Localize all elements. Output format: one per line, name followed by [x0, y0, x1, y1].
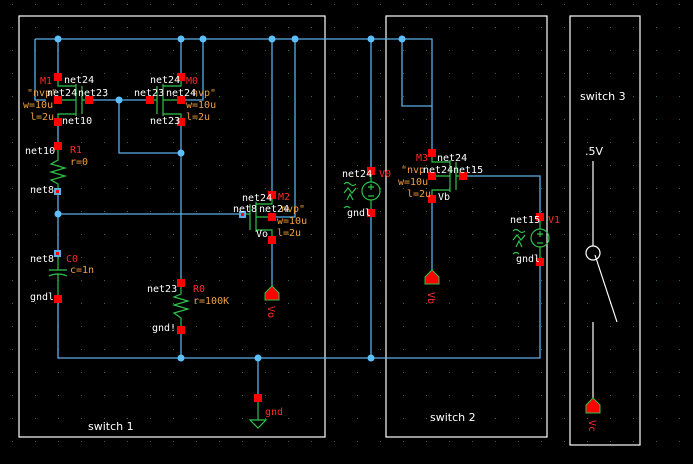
- m1-width: w=10u: [23, 100, 53, 111]
- m0-name: M0: [186, 76, 198, 87]
- m0-source-net: net23: [150, 116, 180, 127]
- v1-minus-net: gndl: [516, 254, 540, 265]
- m3-drain-net: net24: [437, 153, 467, 164]
- grid: [0, 0, 693, 464]
- m2-width: w=10u: [277, 216, 307, 227]
- v1-name: V1: [548, 215, 560, 226]
- m1-gate-net: net23: [78, 88, 108, 99]
- m2-drain-net: net24: [242, 193, 272, 204]
- m1-length: l=2u: [30, 112, 54, 123]
- m3-body-net: net24: [423, 165, 453, 176]
- m0-drain-net: net24: [150, 75, 180, 86]
- m2-gate-net: net8: [233, 204, 257, 215]
- v1-plus-net: net15: [510, 215, 540, 226]
- m1-source-net: net10: [62, 116, 92, 127]
- r1-bottom-net: net8: [30, 185, 54, 196]
- vo-label: Vo: [265, 306, 276, 318]
- m3-source-net: Vb: [438, 192, 450, 203]
- r0-name: R0: [193, 284, 205, 295]
- r0-value: r=100K: [193, 296, 229, 307]
- switch1-label: switch 1: [88, 420, 134, 433]
- schematic-canvas[interactable]: switch 1 switch 2 switch 3 M1 net24 "nvp…: [0, 0, 693, 464]
- gnd-label: gnd: [265, 407, 283, 418]
- switch3-label: switch 3: [580, 90, 626, 103]
- m3-length: l=2u: [407, 189, 431, 200]
- c0-value: c=1n: [70, 265, 94, 276]
- m1-body-net: net24: [47, 88, 77, 99]
- m3-width: w=10u: [398, 177, 428, 188]
- vc-label: Vc: [586, 420, 597, 432]
- v0-minus-net: gndl: [347, 208, 371, 219]
- m3-model: "nvp: [401, 165, 425, 176]
- r1-name: R1: [70, 145, 82, 156]
- m0-length: l=2u: [186, 112, 210, 123]
- m2-model: nvp": [281, 204, 305, 215]
- m3-name: M3: [416, 153, 428, 164]
- m0-model: nvp": [192, 88, 216, 99]
- r0-bottom-net: gnd!: [152, 323, 176, 334]
- c0-name: C0: [66, 254, 78, 265]
- m1-name: M1: [40, 76, 52, 87]
- c0-bottom-net: gndl: [30, 292, 54, 303]
- r0-top-net: net23: [147, 284, 177, 295]
- v0-plus-net: net24: [342, 169, 372, 180]
- m2-name: M2: [278, 192, 290, 203]
- r1-value: r=0: [70, 157, 88, 168]
- m2-source-net: Vo: [256, 229, 268, 240]
- m0-gate-net: net23: [134, 88, 164, 99]
- supply-label: .5V: [585, 145, 603, 158]
- m1-drain-net: net24: [64, 75, 94, 86]
- v0-name: V0: [379, 169, 391, 180]
- m2-length: l=2u: [277, 228, 301, 239]
- vb-label: Vb: [425, 292, 436, 304]
- switch2-label: switch 2: [430, 411, 476, 424]
- r1-top-net: net10: [25, 146, 55, 157]
- c0-top-net: net8: [30, 254, 54, 265]
- m0-width: w=10u: [186, 100, 216, 111]
- m3-gate-net: net15: [453, 165, 483, 176]
